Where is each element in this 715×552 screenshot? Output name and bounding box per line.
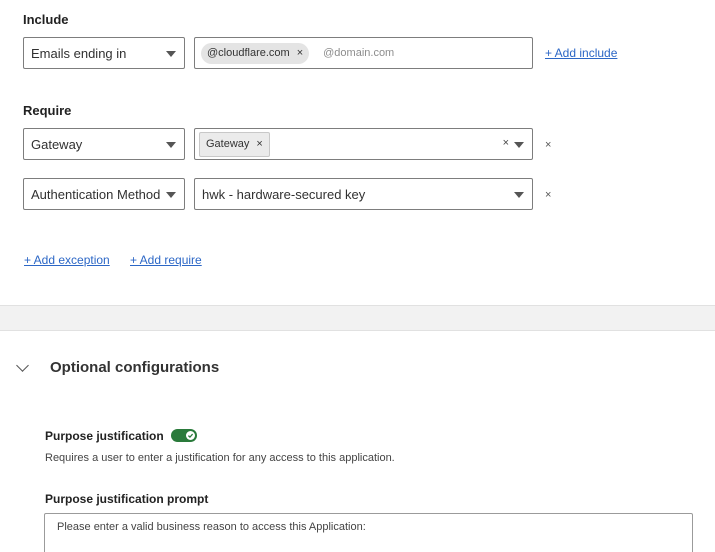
chevron-down-icon [166,142,176,148]
chip-remove-icon[interactable]: × [256,138,262,150]
chip-remove-icon[interactable]: × [297,47,303,59]
chevron-down-icon [514,192,524,198]
clear-icon[interactable]: × [503,137,509,149]
require-gateway-chip-label: Gateway [206,138,250,150]
require-heading: Require [23,103,72,118]
require-auth-method-value[interactable]: hwk - hardware-secured key [194,178,533,210]
include-input-placeholder: @domain.com [323,47,395,59]
require-selector-gateway[interactable]: Gateway [23,128,185,160]
collapse-chevron-icon[interactable] [16,359,29,372]
include-selector[interactable]: Emails ending in [23,37,185,69]
auth-method-value: hwk - hardware-secured key [202,186,366,202]
require-selector-auth-method[interactable]: Authentication Method [23,178,185,210]
purpose-justification-label: Purpose justification [45,429,164,443]
chevron-down-icon [166,51,176,57]
add-include-link[interactable]: + Add include [545,46,617,60]
remove-require-row-button[interactable]: × [545,139,551,151]
add-exception-link[interactable]: + Add exception [24,253,110,267]
require-selector-value: Gateway [31,136,83,152]
include-heading: Include [23,12,69,27]
include-selector-value: Emails ending in [31,45,127,61]
prompt-textarea-value: Please enter a valid business reason to … [57,521,366,533]
require-selector-value: Authentication Method [31,186,161,202]
include-value-chip: @cloudflare.com × [201,42,310,64]
chevron-down-icon [514,142,524,148]
purpose-justification-toggle[interactable] [171,429,197,442]
require-gateway-values[interactable]: Gateway × × [194,128,533,160]
chevron-down-icon [166,192,176,198]
optional-configurations-title[interactable]: Optional configurations [50,359,219,376]
purpose-justification-prompt-textarea[interactable]: Please enter a valid business reason to … [44,513,693,552]
add-require-link[interactable]: + Add require [130,253,202,267]
include-values-input[interactable]: @cloudflare.com × @domain.com [194,37,533,69]
section-divider [0,305,715,331]
purpose-justification-description: Requires a user to enter a justification… [45,452,395,464]
require-gateway-chip: Gateway × [199,131,270,157]
remove-require-row-button[interactable]: × [545,189,551,201]
purpose-justification-prompt-label: Purpose justification prompt [45,492,209,506]
check-icon [186,431,195,440]
include-value-chip-label: @cloudflare.com [207,47,290,59]
